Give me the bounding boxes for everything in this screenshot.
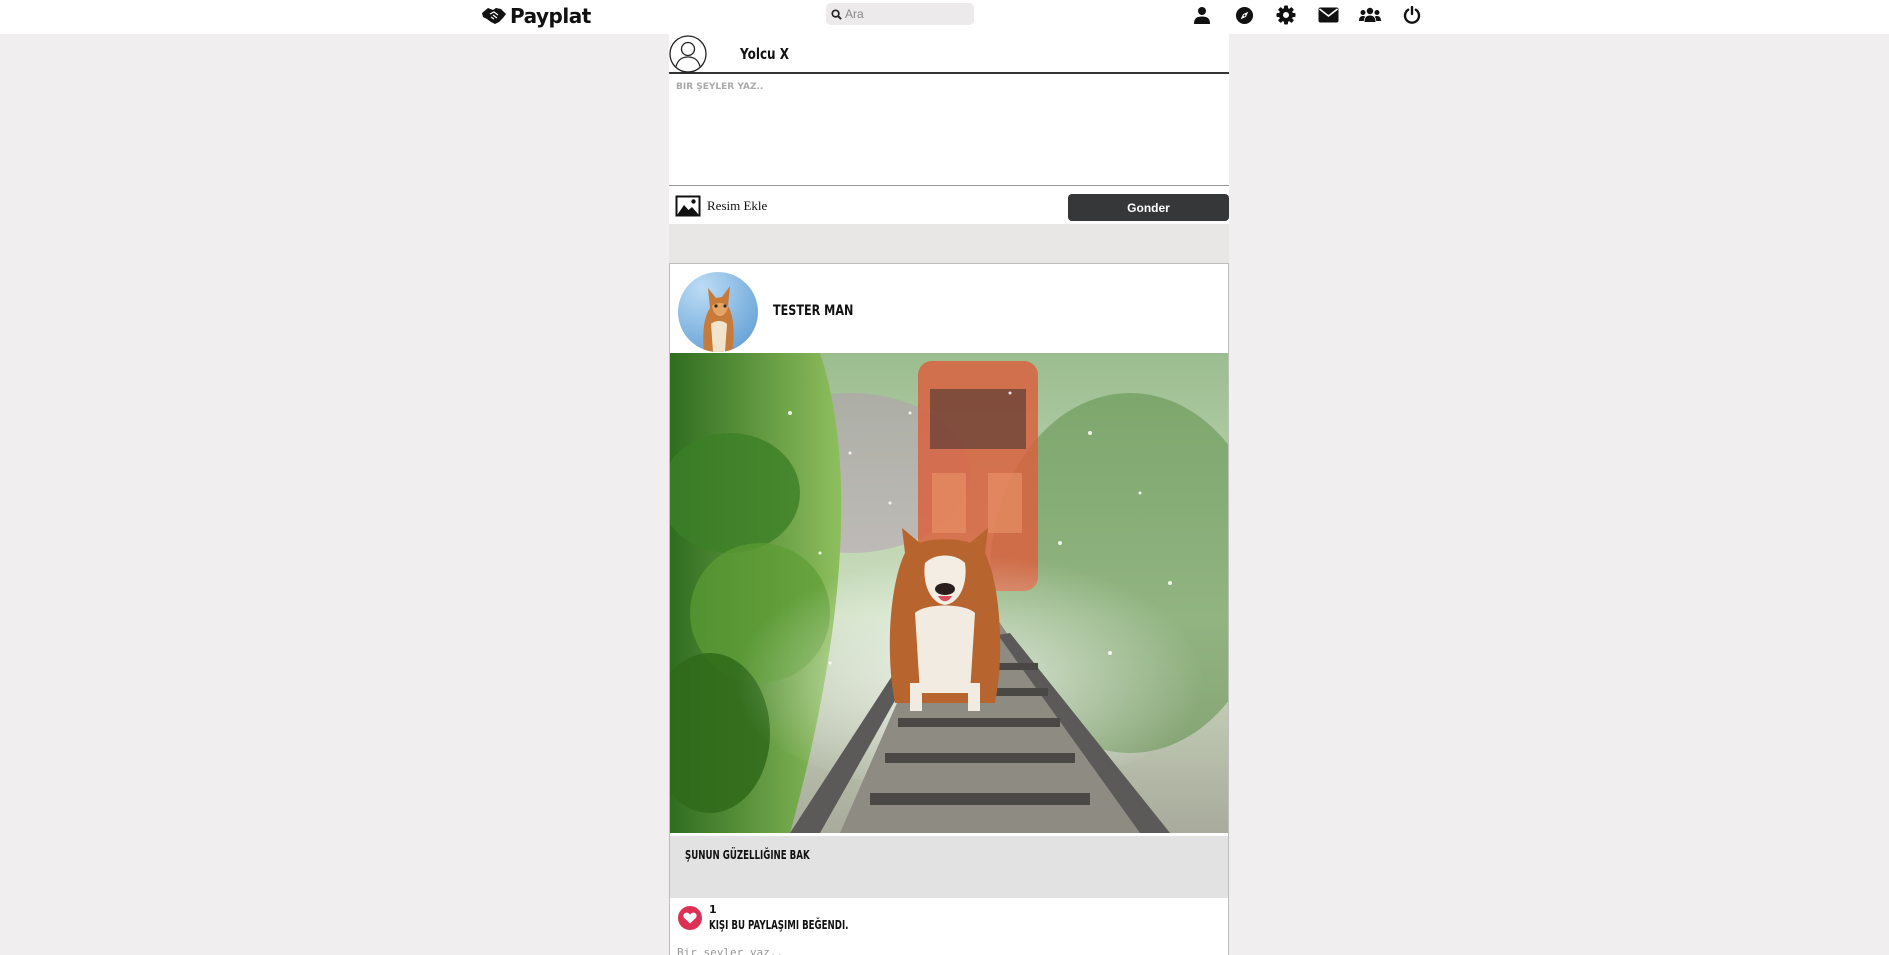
composer-user-name[interactable]: Yolcu X: [740, 45, 789, 63]
app-name: Payplat: [510, 4, 591, 28]
app-logo[interactable]: Payplat: [481, 3, 591, 29]
like-count: 1: [709, 903, 717, 916]
search-box[interactable]: [826, 3, 974, 25]
mail-icon[interactable]: [1307, 4, 1349, 26]
settings-icon[interactable]: [1265, 4, 1307, 26]
heart-icon: [683, 912, 697, 924]
user-avatar-icon[interactable]: [669, 35, 707, 73]
nav-icon-group: [1181, 4, 1433, 26]
post-photo: [670, 353, 1228, 833]
post-composer: Yolcu X Resim Ekle Gonder: [669, 34, 1229, 263]
post-header: TESTER MAN: [670, 264, 1228, 353]
like-section: 1 KIŞI BU PAYLAŞIMI BEĞENDI.: [670, 898, 1228, 955]
comment-input[interactable]: [677, 946, 1217, 955]
add-image-label: Resim Ekle: [707, 198, 768, 213]
post-card: TESTER MAN ŞUNUN GÜZELLIĞINE BAK 1 KIŞI …: [669, 263, 1229, 955]
like-text: KIŞI BU PAYLAŞIMI BEĞENDI.: [709, 918, 849, 932]
search-icon: [831, 8, 842, 20]
search-input[interactable]: [845, 7, 970, 21]
composer-divider: [669, 224, 1229, 263]
composer-header: Yolcu X: [669, 34, 1229, 74]
like-button[interactable]: [678, 906, 702, 930]
friends-icon[interactable]: [1349, 4, 1391, 26]
add-image-button[interactable]: Resim Ekle: [675, 195, 767, 217]
handshake-icon: [482, 8, 506, 24]
post-author-name[interactable]: TESTER MAN: [773, 303, 853, 319]
author-avatar[interactable]: [678, 272, 758, 352]
composer-actions: Resim Ekle Gonder: [669, 186, 1229, 224]
profile-icon[interactable]: [1181, 4, 1223, 26]
post-caption-text: ŞUNUN GÜZELLIĞINE BAK: [685, 848, 810, 862]
power-icon[interactable]: [1391, 4, 1433, 26]
post-caption: ŞUNUN GÜZELLIĞINE BAK: [670, 836, 1228, 898]
top-navbar: Payplat: [0, 0, 1889, 34]
send-button[interactable]: Gonder: [1068, 194, 1229, 221]
image-icon: [675, 195, 701, 217]
compass-icon[interactable]: [1223, 4, 1265, 26]
post-textarea[interactable]: [669, 74, 1229, 186]
